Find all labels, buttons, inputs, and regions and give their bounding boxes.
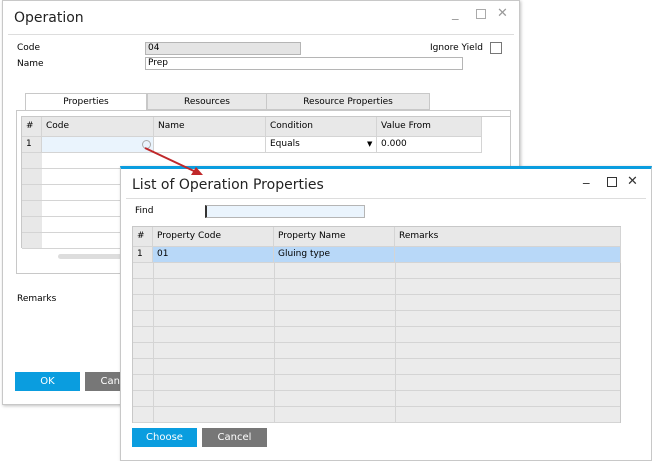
pointer-arrow-icon [144, 147, 203, 175]
